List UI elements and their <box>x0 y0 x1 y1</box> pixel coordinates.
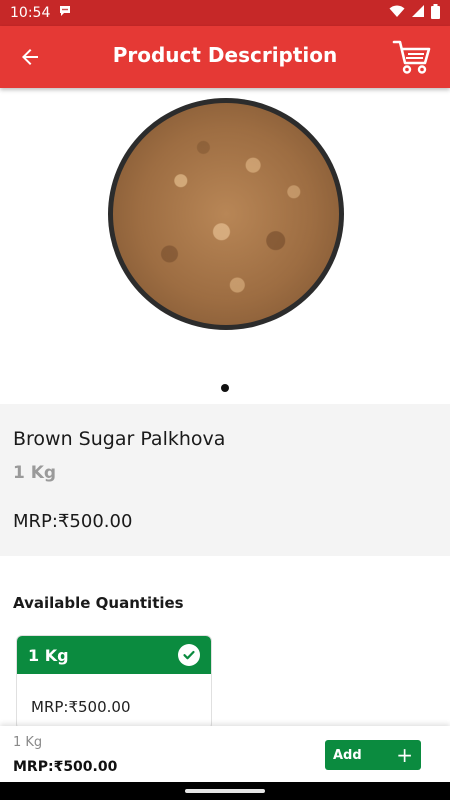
status-time: 10:54 <box>10 5 51 21</box>
plus-icon: + <box>396 743 413 767</box>
status-bar: 10:54 <box>0 0 450 26</box>
product-info-panel: Brown Sugar Palkhova 1 Kg MRP:₹500.00 <box>0 404 450 556</box>
quantity-option-label: 1 Kg <box>28 645 69 665</box>
check-icon <box>178 644 200 666</box>
product-image <box>108 98 344 330</box>
page-title: Product Description <box>112 43 338 67</box>
product-weight: 1 Kg <box>13 463 57 483</box>
product-image-carousel[interactable] <box>0 88 450 404</box>
selected-mrp: MRP:₹500.00 <box>13 759 118 775</box>
carousel-page-indicator <box>221 384 229 392</box>
cart-button[interactable] <box>392 38 432 76</box>
quantity-option-header: 1 Kg <box>17 636 211 674</box>
bottom-action-bar: 1 Kg MRP:₹500.00 Add + <box>0 726 450 782</box>
app-bar: Product Description <box>0 26 450 88</box>
wifi-icon <box>389 4 405 22</box>
chat-notification-icon <box>58 4 72 22</box>
system-navigation-bar <box>0 782 450 800</box>
home-gesture-handle[interactable] <box>185 789 265 793</box>
add-button-label: Add <box>333 747 362 763</box>
available-quantities-title: Available Quantities <box>13 594 184 612</box>
product-mrp: MRP:₹500.00 <box>13 511 133 532</box>
add-to-cart-button[interactable]: Add + <box>325 740 421 770</box>
product-name: Brown Sugar Palkhova <box>13 428 226 450</box>
shopping-cart-icon <box>392 40 431 74</box>
quantity-option-price: MRP:₹500.00 <box>31 698 131 716</box>
battery-icon <box>431 3 440 23</box>
cellular-signal-icon <box>411 4 425 22</box>
selected-weight: 1 Kg <box>13 735 43 750</box>
quantity-option-card[interactable]: 1 Kg MRP:₹500.00 <box>16 635 212 730</box>
